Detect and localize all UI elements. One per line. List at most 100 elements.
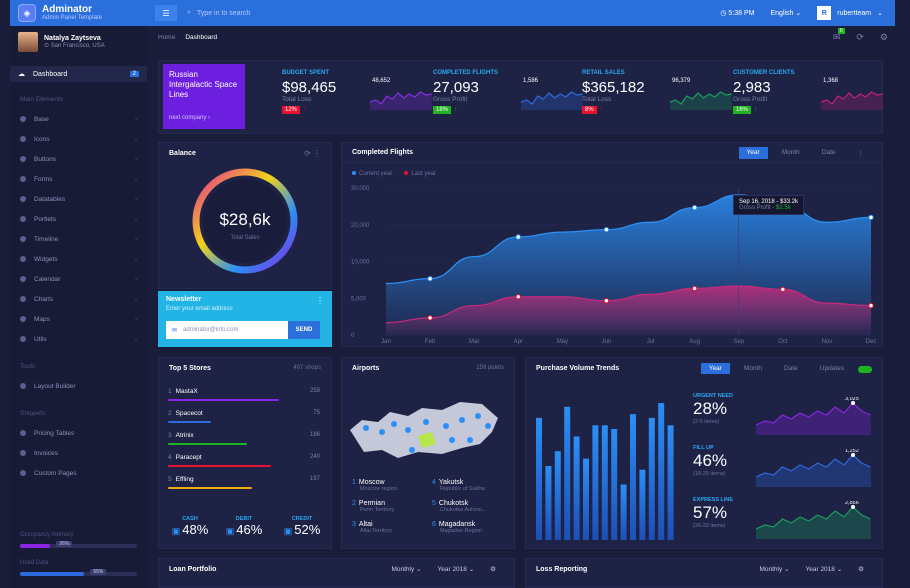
nav-icon <box>20 176 26 182</box>
sidebar-item-layout-builder[interactable]: Layout Builder <box>10 376 147 396</box>
airport-region: Republic of Sakha <box>440 486 485 492</box>
sidebar-item-portlets[interactable]: Portlets › <box>10 209 147 229</box>
store-value: 259 <box>309 388 320 394</box>
chevron-right-icon: › <box>134 215 137 223</box>
sidebar-item-label: Buttons <box>34 155 57 163</box>
tab-date[interactable]: Date <box>814 147 844 159</box>
clock: ◷ 5:38 PM <box>720 10 755 17</box>
purchase-bar <box>667 425 674 540</box>
tab-year[interactable]: Year <box>700 362 730 374</box>
x-tick-label: Mar <box>469 339 479 345</box>
sidebar-item-utils[interactable]: Utils › <box>10 329 147 349</box>
year-select[interactable]: Year 2018 ⌄ <box>430 565 483 573</box>
updates-toggle[interactable] <box>858 365 872 373</box>
chart-tooltip: Sep 16, 2018 - $33.2k Gross Profit - $2.5… <box>733 195 805 215</box>
period-select[interactable]: Monthly ⌄ <box>383 565 429 573</box>
sidebar-item-widgets[interactable]: Widgets › <box>10 249 147 269</box>
refresh-icon[interactable]: ⟳ ⋮ <box>304 149 321 158</box>
sidebar-item-custom-pages[interactable]: Custom Pages <box>10 463 147 483</box>
store-rank: 2 <box>168 410 172 417</box>
period-select[interactable]: Monthly ⌄ <box>751 565 797 573</box>
airport-item[interactable]: 2 Permian Perm Territory <box>352 500 394 513</box>
occupancy-value: 26% <box>56 541 73 547</box>
y-tick-label: 0 <box>351 333 355 339</box>
balance-value: $28,6k <box>219 210 271 229</box>
tab-year[interactable]: Year <box>738 146 768 159</box>
sidebar-item-dashboard[interactable]: ☁ Dashboard 2 <box>10 66 147 82</box>
balance-label: Total Sales <box>230 235 259 241</box>
airport-item[interactable]: 6 Magadansk Magadan Region <box>432 521 482 534</box>
tab-month[interactable]: Month <box>736 363 770 374</box>
finance-stat: DEBIT ▣ 46% <box>222 516 266 537</box>
x-tick-label: Jun <box>602 339 612 345</box>
store-item[interactable]: 2 Spacecot 75 <box>168 410 320 423</box>
store-name: Spacecot <box>175 410 203 417</box>
kpi-title: COMPLETED FLIGHTS <box>433 70 498 76</box>
chevron-right-icon: › <box>134 315 137 323</box>
breadcrumb-home[interactable]: Home <box>158 34 175 41</box>
user-menu[interactable]: R rubertteam ⌄ <box>817 6 883 20</box>
airport-item[interactable]: 1 Moscow Moscow region <box>352 479 397 492</box>
occupancy-bar: 26% <box>20 541 137 548</box>
sidebar-item-pricing-tables[interactable]: Pricing Tables <box>10 423 147 443</box>
sidebar-item-label: Timeline <box>34 235 59 243</box>
purchase-stat: EXPRESS LINE 57% (26-32 items) 2,856 <box>693 497 871 539</box>
tab-date[interactable]: Date <box>776 363 806 374</box>
airport-item[interactable]: 4 Yakutsk Republic of Sakha <box>432 479 485 492</box>
sidebar-item-calendar[interactable]: Calendar › <box>10 269 147 289</box>
email-field[interactable]: ✉ adminator@info.com <box>166 321 288 339</box>
search-input[interactable]: ⌕ Type in to search <box>187 9 250 17</box>
nav-icon <box>20 336 26 342</box>
settings-icon[interactable]: ⚙ <box>850 565 872 573</box>
airport-item[interactable]: 5 Chukotsk Chukotka Autono... <box>432 500 486 513</box>
store-item[interactable]: 4 Paracept 240 <box>168 454 320 467</box>
sidebar-item-icons[interactable]: Icons › <box>10 129 147 149</box>
sidebar-item-label: Invoices <box>34 449 58 457</box>
kpi-change: 12% <box>282 106 301 114</box>
sidebar-item-buttons[interactable]: Buttons › <box>10 149 147 169</box>
y-tick-label: 5,000 <box>351 296 367 302</box>
credit-icon: ▣ <box>283 526 293 536</box>
send-button[interactable]: SEND <box>288 321 320 339</box>
sidebar-item-timeline[interactable]: Timeline › <box>10 229 147 249</box>
settings-icon[interactable]: ⚙ <box>482 565 504 573</box>
airport-name: Chukotsk <box>438 500 469 507</box>
sidebar-item-label: Base <box>34 115 49 123</box>
sidebar-item-forms[interactable]: Forms › <box>10 169 147 189</box>
user-card[interactable]: Natalya Zaytseva ⊙ San Francisco, USA <box>10 26 147 58</box>
chevron-right-icon: › <box>134 135 137 143</box>
store-item[interactable]: 5 Effling 197 <box>168 476 320 489</box>
more-icon[interactable]: ⋮ <box>850 147 873 159</box>
refresh-icon[interactable]: ⟳ <box>856 32 864 43</box>
language-select[interactable]: English ⌄ <box>770 9 801 17</box>
sidebar-item-base[interactable]: Base › <box>10 109 147 129</box>
purchase-stat-value: 28% <box>693 399 728 418</box>
company-banner[interactable]: Russian Intergalactic Space Lines next c… <box>163 64 245 129</box>
purchase-stat-items: (2-5 items) <box>693 419 720 425</box>
mail-badge: 6 <box>837 28 845 34</box>
chevron-right-icon: › <box>134 335 137 343</box>
store-item[interactable]: 1 MastaX 259 <box>168 388 320 401</box>
brand[interactable]: ◈ Adminator Admin Panel Template <box>10 0 147 26</box>
sidebar-item-maps[interactable]: Maps › <box>10 309 147 329</box>
mail-icon[interactable]: ✉ 6 <box>833 28 845 43</box>
sidebar-item-invoices[interactable]: Invoices <box>10 443 147 463</box>
sidebar-item-datatables[interactable]: Datatables › <box>10 189 147 209</box>
store-value: 197 <box>309 476 320 482</box>
store-rank: 4 <box>168 454 172 461</box>
settings-icon[interactable]: ⚙ <box>880 32 888 43</box>
sparkline-label: 1,252 <box>845 449 859 454</box>
banner-link[interactable]: next company › <box>169 113 210 123</box>
year-select[interactable]: Year 2018 ⌄ <box>798 565 851 573</box>
sparkline-label: 3,025 <box>845 397 859 402</box>
more-icon[interactable]: ⋮ <box>316 296 324 305</box>
kpi-sparkline <box>670 91 732 110</box>
menu-toggle-icon[interactable]: ☰ <box>155 5 177 21</box>
purchase-bar <box>601 425 608 540</box>
airport-name: Magadansk <box>438 521 476 528</box>
airport-item[interactable]: 3 Altai Altai Territory <box>352 521 392 534</box>
user-location: San Francisco, USA <box>50 43 105 49</box>
sidebar-item-charts[interactable]: Charts › <box>10 289 147 309</box>
tab-month[interactable]: Month <box>774 147 808 159</box>
store-item[interactable]: 3 Atrinix 186 <box>168 432 320 445</box>
